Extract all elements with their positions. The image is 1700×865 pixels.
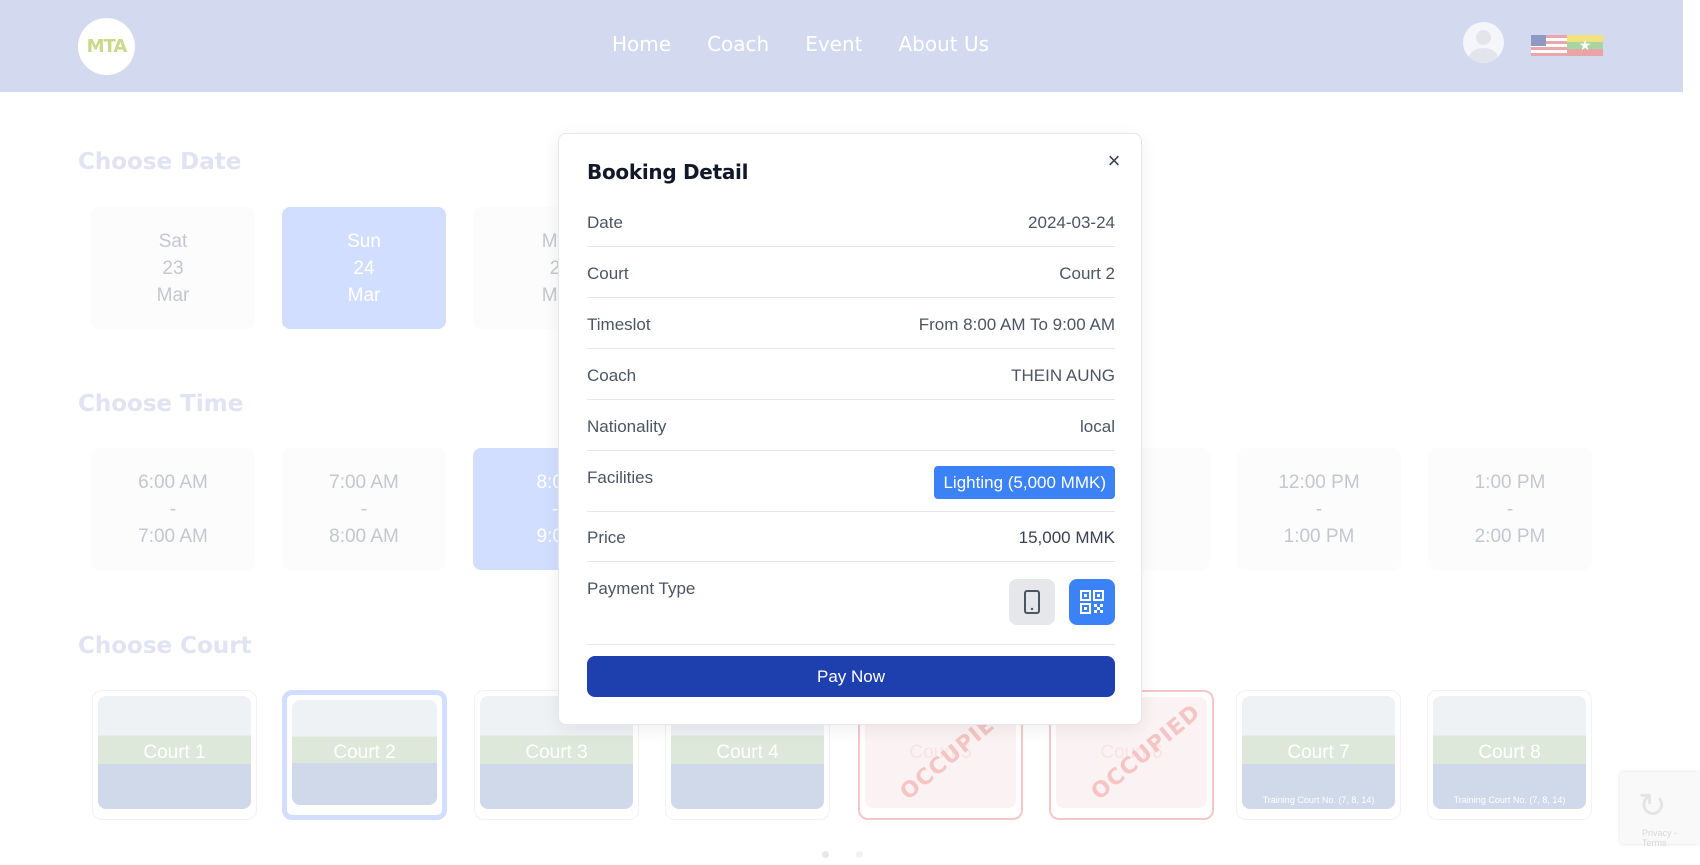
- nav-home[interactable]: Home: [612, 32, 671, 56]
- date-card-month: Mar: [156, 284, 190, 306]
- user-avatar[interactable]: [1463, 22, 1504, 63]
- recaptcha-badge[interactable]: ↻ Privacy - Terms: [1620, 772, 1700, 848]
- booking-detail-modal: Booking Detail × Date 2024-03-24 Court C…: [558, 133, 1142, 725]
- row-label: Timeslot: [587, 315, 651, 334]
- detail-row-price: Price 15,000 MMK: [587, 528, 1115, 562]
- court-card[interactable]: Court 1: [92, 690, 257, 820]
- court-image: Court 8 Training Court No. (7, 8, 14): [1433, 696, 1586, 809]
- date-card-day: Sun: [347, 230, 381, 252]
- main-nav: Home Coach Event About Us: [612, 32, 989, 56]
- row-label: Price: [587, 528, 626, 547]
- row-label: Date: [587, 213, 623, 232]
- court-card[interactable]: Court 2: [282, 690, 447, 820]
- myanmar-flag-icon[interactable]: ★: [1567, 35, 1603, 56]
- timeslot-to: 7:00 AM: [138, 525, 208, 547]
- detail-row-coach: Coach THEIN AUNG: [587, 366, 1115, 400]
- timeslot-card[interactable]: 12:00 PM - 1:00 PM: [1237, 448, 1401, 570]
- nav-coach[interactable]: Coach: [707, 32, 769, 56]
- row-label: Nationality: [587, 417, 667, 436]
- modal-title: Booking Detail: [587, 160, 749, 184]
- court-name: Court 1: [143, 741, 206, 763]
- timeslot-to: 1:00 PM: [1283, 525, 1355, 547]
- us-flag-icon[interactable]: [1531, 35, 1567, 56]
- row-label: Coach: [587, 366, 637, 385]
- row-label: Payment Type: [587, 579, 696, 598]
- carousel-dot-2[interactable]: [856, 851, 863, 858]
- detail-row-facilities: Facilities Lighting (5,000 MMK): [587, 466, 1115, 512]
- pay-now-button[interactable]: Pay Now: [587, 656, 1115, 697]
- court-image: Court 7 Training Court No. (7, 8, 14): [1242, 696, 1395, 809]
- row-value: local: [1080, 417, 1115, 436]
- timeslot-to: 2:00 PM: [1474, 525, 1546, 547]
- court-image: Court 1: [98, 696, 251, 809]
- recaptcha-icon: ↻: [1638, 787, 1667, 825]
- court-image: Court 2: [292, 700, 437, 805]
- logo[interactable]: MTA: [78, 18, 135, 75]
- nav-event[interactable]: Event: [805, 32, 862, 56]
- qr-code-icon: [1080, 590, 1104, 614]
- timeslot-sep: -: [1315, 498, 1323, 520]
- row-value: 2024-03-24: [1028, 213, 1115, 232]
- date-card[interactable]: Sun 24 Mar: [282, 207, 446, 329]
- facility-badge[interactable]: Lighting (5,000 MMK): [934, 466, 1115, 499]
- row-value: From 8:00 AM To 9:00 AM: [918, 315, 1115, 334]
- court-name: Court 8: [1478, 741, 1541, 763]
- detail-row-date: Date 2024-03-24: [587, 213, 1115, 247]
- row-label: Court: [587, 264, 629, 283]
- row-label: Facilities: [587, 468, 654, 487]
- date-card[interactable]: Sat 23 Mar: [91, 207, 255, 329]
- choose-time-title: Choose Time: [78, 391, 244, 417]
- date-card-num: 24: [353, 257, 375, 279]
- recaptcha-links: Privacy - Terms: [1642, 828, 1678, 848]
- date-card-day: Sat: [158, 230, 188, 252]
- payment-mobile-option[interactable]: [1009, 579, 1055, 625]
- timeslot-card[interactable]: 7:00 AM - 8:00 AM: [282, 448, 446, 570]
- detail-row-timeslot: Timeslot From 8:00 AM To 9:00 AM: [587, 315, 1115, 349]
- timeslot-card[interactable]: 6:00 AM - 7:00 AM: [91, 448, 255, 570]
- timeslot-from: 7:00 AM: [329, 471, 399, 493]
- timeslot-sep: -: [360, 498, 368, 520]
- close-icon[interactable]: ×: [1103, 150, 1125, 172]
- timeslot-from: 1:00 PM: [1474, 471, 1546, 493]
- row-value: THEIN AUNG: [1011, 366, 1115, 385]
- price-value: 15,000 MMK: [1018, 528, 1115, 547]
- timeslot-to: 8:00 AM: [329, 525, 399, 547]
- logo-text: MTA: [86, 36, 128, 57]
- court-name: Court 7: [1287, 741, 1350, 763]
- top-header: MTA Home Coach Event About Us ★: [0, 0, 1683, 92]
- date-card-num: 23: [162, 257, 184, 279]
- choose-court-title: Choose Court: [78, 633, 252, 659]
- detail-row-nationality: Nationality local: [587, 417, 1115, 451]
- court-caption: Training Court No. (7, 8, 14): [1262, 795, 1375, 805]
- court-caption: Training Court No. (7, 8, 14): [1453, 795, 1566, 805]
- carousel-dot-1[interactable]: [822, 851, 829, 858]
- mobile-phone-icon: [1024, 590, 1040, 614]
- detail-row-payment-type: Payment Type: [587, 579, 1115, 645]
- timeslot-sep: -: [1506, 498, 1514, 520]
- timeslot-sep: -: [169, 498, 177, 520]
- row-value: Court 2: [1059, 264, 1115, 283]
- court-name: Court 2: [333, 741, 396, 763]
- date-card-month: Mar: [347, 284, 381, 306]
- nav-about-us[interactable]: About Us: [899, 32, 990, 56]
- court-card[interactable]: Court 8 Training Court No. (7, 8, 14): [1427, 690, 1592, 820]
- timeslot-from: 6:00 AM: [138, 471, 208, 493]
- choose-date-title: Choose Date: [78, 149, 242, 175]
- timeslot-card[interactable]: 1:00 PM - 2:00 PM: [1428, 448, 1592, 570]
- court-name: Court 3: [525, 741, 588, 763]
- court-card[interactable]: Court 7 Training Court No. (7, 8, 14): [1236, 690, 1401, 820]
- timeslot-from: 12:00 PM: [1278, 471, 1360, 493]
- court-name: Court 4: [716, 741, 779, 763]
- payment-qr-option[interactable]: [1069, 579, 1115, 625]
- detail-row-court: Court Court 2: [587, 264, 1115, 298]
